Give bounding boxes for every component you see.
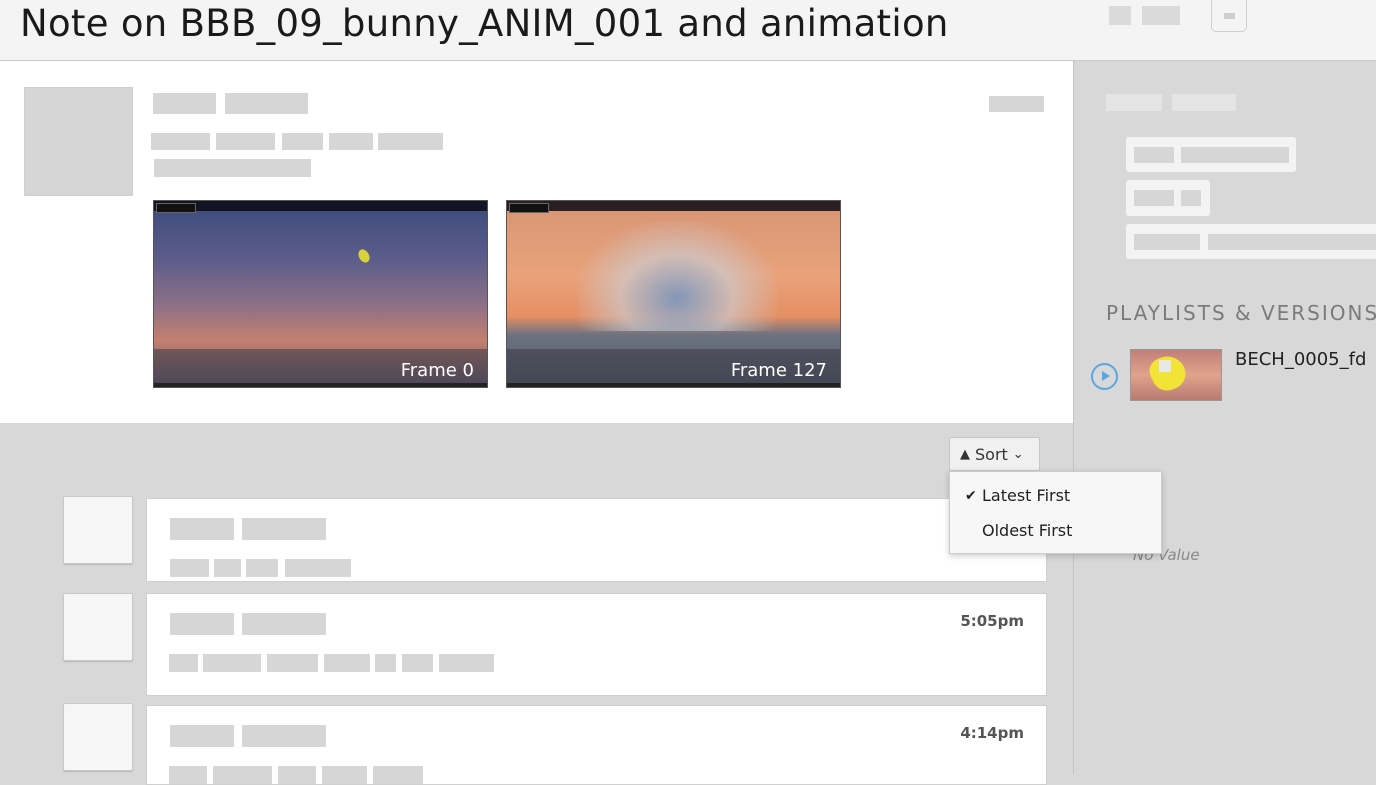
text-placeholder (278, 766, 316, 784)
thumbnail-footer (154, 383, 487, 387)
text-placeholder (169, 766, 207, 784)
text-placeholder (402, 654, 433, 672)
sort-direction-icon: ▲ (960, 446, 970, 462)
page-title: Note on BBB_09_bunny_ANIM_001 and animat… (20, 2, 949, 45)
text-placeholder (324, 654, 370, 672)
text-placeholder (282, 133, 323, 150)
text-placeholder (170, 613, 234, 635)
tab-placeholder[interactable] (1172, 94, 1236, 111)
play-icon[interactable] (1091, 363, 1118, 390)
text-placeholder (1134, 147, 1174, 163)
chevron-down-icon: ⌄ (1012, 446, 1024, 462)
frame-label: Frame 127 (730, 360, 827, 381)
reply-card (146, 498, 1047, 582)
check-icon: ✔ (965, 488, 977, 504)
reply-card: 5:05pm (146, 593, 1047, 696)
page-header: Note on BBB_09_bunny_ANIM_001 and animat… (0, 0, 1376, 61)
thumbnail-footer (507, 383, 840, 387)
text-placeholder (1181, 147, 1289, 163)
text-placeholder (1134, 234, 1200, 250)
reply-timestamp: 4:14pm (960, 724, 1024, 742)
text-placeholder (203, 654, 261, 672)
text-placeholder (439, 654, 494, 672)
text-placeholder (153, 93, 216, 114)
attachment-thumbnail[interactable]: Frame 0 (153, 200, 488, 388)
text-placeholder (170, 559, 209, 577)
reply-card: 4:14pm (146, 705, 1047, 785)
text-placeholder (375, 654, 396, 672)
field-pill[interactable] (1126, 137, 1296, 172)
text-placeholder (267, 654, 318, 672)
text-placeholder (329, 133, 373, 150)
field-pill[interactable] (1126, 180, 1210, 216)
reply-timestamp: 5:05pm (960, 612, 1024, 630)
text-placeholder (213, 766, 272, 784)
viewer-hud (507, 201, 840, 213)
character-sprite (356, 247, 372, 265)
section-header: PLAYLISTS & VERSIONS (1106, 301, 1376, 325)
text-placeholder (154, 159, 311, 177)
sort-dropdown-menu: ✔ Latest First Oldest First (949, 471, 1162, 554)
text-placeholder (242, 518, 326, 540)
text-placeholder (216, 133, 275, 150)
version-name[interactable]: BECH_0005_fd (1235, 349, 1366, 370)
text-placeholder (322, 766, 367, 784)
sort-button[interactable]: ▲ Sort ⌄ (949, 437, 1040, 471)
sort-label: Sort (975, 444, 1008, 464)
avatar[interactable] (63, 593, 133, 661)
menu-item-label: Oldest First (982, 521, 1073, 540)
header-placeholder-button[interactable] (1142, 6, 1180, 25)
menu-item-label: Latest First (982, 486, 1071, 505)
overlay-square (1159, 360, 1171, 372)
frame-label: Frame 0 (400, 360, 474, 381)
replies-section: ▲ Sort ⌄ 5:05pm 4:14pm (0, 423, 1073, 785)
attachment-thumbnail[interactable]: Frame 127 (506, 200, 841, 388)
date-placeholder (989, 96, 1044, 112)
note-panel: Frame 0 Frame 127 (0, 61, 1073, 423)
text-placeholder (225, 93, 308, 114)
tab-placeholder[interactable] (1106, 94, 1162, 111)
splash-effect (577, 221, 777, 331)
text-placeholder (1208, 234, 1376, 250)
text-placeholder (378, 133, 443, 150)
menu-icon-glyph (1224, 13, 1235, 19)
text-placeholder (242, 613, 326, 635)
text-placeholder (373, 766, 423, 784)
field-pill[interactable] (1126, 224, 1376, 259)
text-placeholder (1134, 190, 1174, 206)
character-sprite (1145, 350, 1191, 396)
text-placeholder (1181, 190, 1201, 206)
avatar[interactable] (63, 496, 133, 564)
text-placeholder (246, 559, 278, 577)
avatar[interactable] (63, 703, 133, 771)
header-placeholder-button[interactable] (1109, 6, 1131, 25)
version-thumbnail[interactable] (1130, 349, 1222, 401)
text-placeholder (285, 559, 351, 577)
menu-item-latest-first[interactable]: ✔ Latest First (950, 479, 1161, 513)
text-placeholder (214, 559, 241, 577)
text-placeholder (170, 518, 234, 540)
avatar[interactable] (24, 87, 133, 196)
text-placeholder (242, 725, 326, 747)
text-placeholder (170, 725, 234, 747)
text-placeholder (169, 654, 198, 672)
menu-item-oldest-first[interactable]: Oldest First (950, 514, 1161, 548)
menu-icon[interactable] (1211, 0, 1247, 32)
details-sidebar: PLAYLISTS & VERSIONS BECH_0005_fd No Val… (1073, 61, 1376, 774)
text-placeholder (151, 133, 210, 150)
viewer-hud (154, 201, 487, 213)
